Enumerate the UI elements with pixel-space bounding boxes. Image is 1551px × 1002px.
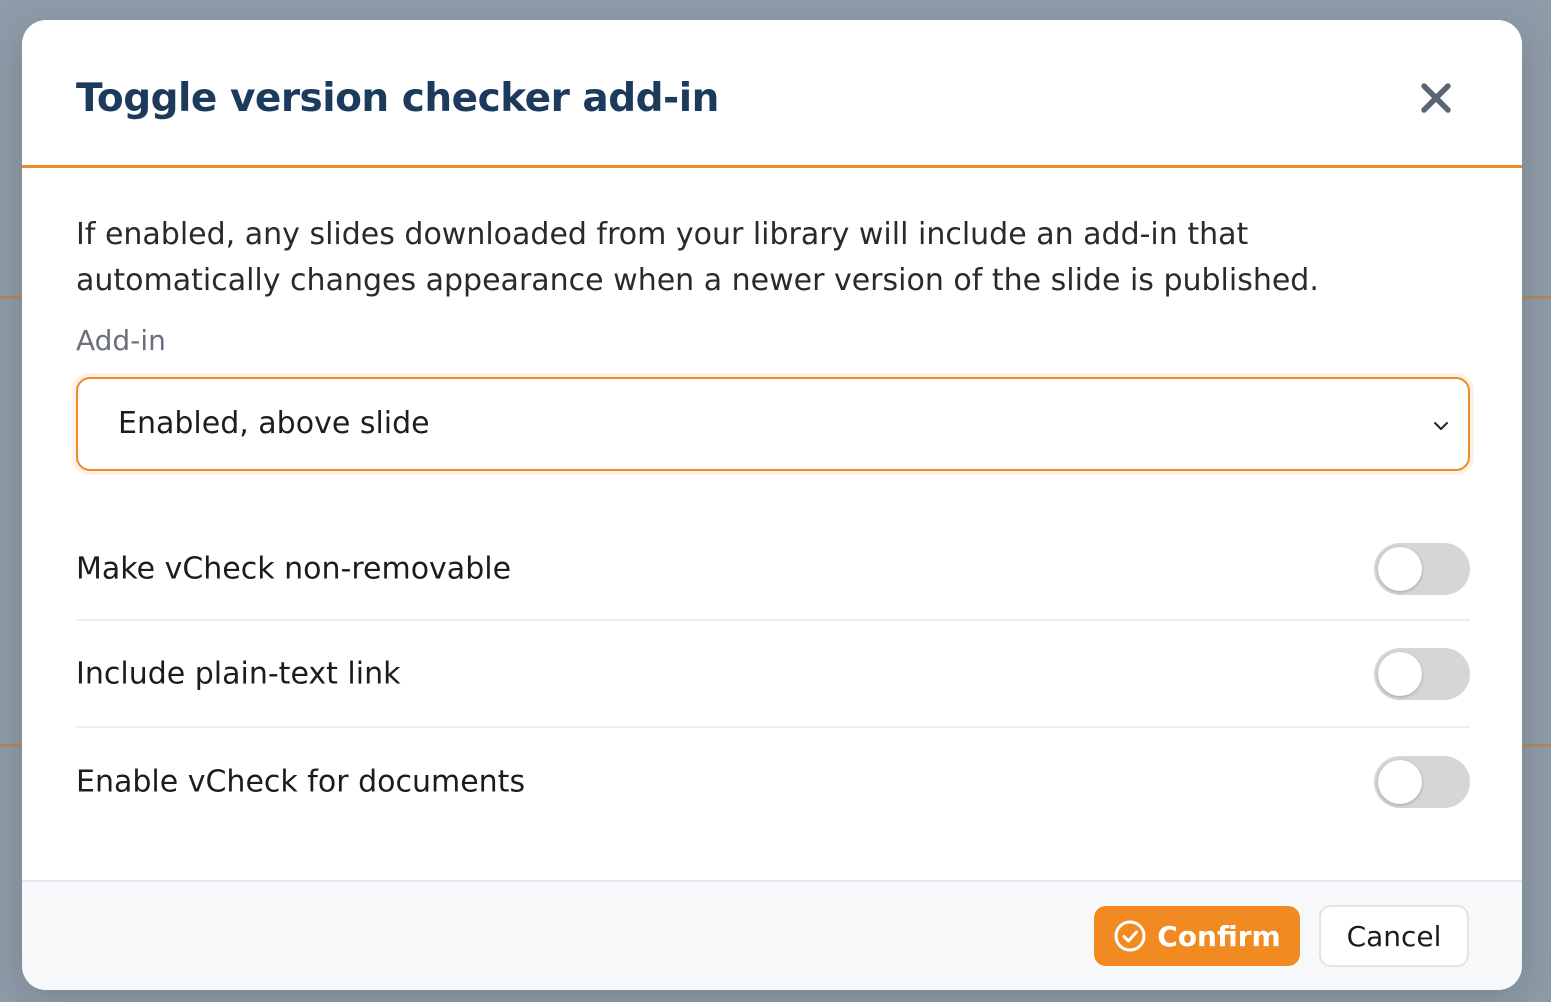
documents-toggle[interactable] (1374, 755, 1470, 808)
dialog-header: Toggle version checker add-in (22, 20, 1522, 168)
check-circle-icon (1114, 920, 1146, 952)
background-divider (0, 744, 22, 747)
dialog-title: Toggle version checker add-in (76, 76, 719, 121)
background-divider (0, 296, 22, 299)
chevron-down-icon (1434, 422, 1448, 430)
background-divider (1522, 296, 1551, 299)
version-checker-dialog: Toggle version checker add-in If enabled… (22, 20, 1522, 990)
non-removable-toggle[interactable] (1374, 543, 1470, 595)
toggle-knob (1378, 547, 1422, 591)
close-icon (1421, 83, 1451, 113)
toggle-knob (1378, 651, 1422, 696)
addin-select[interactable]: Enabled, above slide (76, 377, 1470, 471)
toggle-knob (1378, 759, 1422, 804)
cancel-button[interactable]: Cancel (1319, 905, 1469, 967)
close-button[interactable] (1416, 78, 1456, 118)
dialog-footer: Confirm Cancel (22, 880, 1522, 990)
toggle-row-documents: Enable vCheck for documents (76, 728, 1470, 835)
toggle-list: Make vCheck non-removable Include plain-… (76, 531, 1470, 835)
plain-text-link-toggle[interactable] (1374, 647, 1470, 700)
confirm-label: Confirm (1157, 919, 1281, 953)
toggle-label: Enable vCheck for documents (76, 764, 526, 799)
dialog-description: If enabled, any slides downloaded from y… (76, 217, 1319, 298)
toggle-label: Make vCheck non-removable (76, 551, 512, 587)
toggle-row-plain-text-link: Include plain-text link (76, 621, 1470, 728)
background-divider (1522, 744, 1551, 747)
toggle-row-non-removable: Make vCheck non-removable (76, 531, 1470, 621)
addin-label: Add-in (76, 324, 166, 357)
confirm-button[interactable]: Confirm (1094, 906, 1300, 966)
addin-select-value: Enabled, above slide (118, 406, 430, 441)
toggle-label: Include plain-text link (76, 656, 401, 691)
cancel-label: Cancel (1346, 919, 1442, 953)
dialog-body: If enabled, any slides downloaded from y… (76, 168, 1470, 835)
